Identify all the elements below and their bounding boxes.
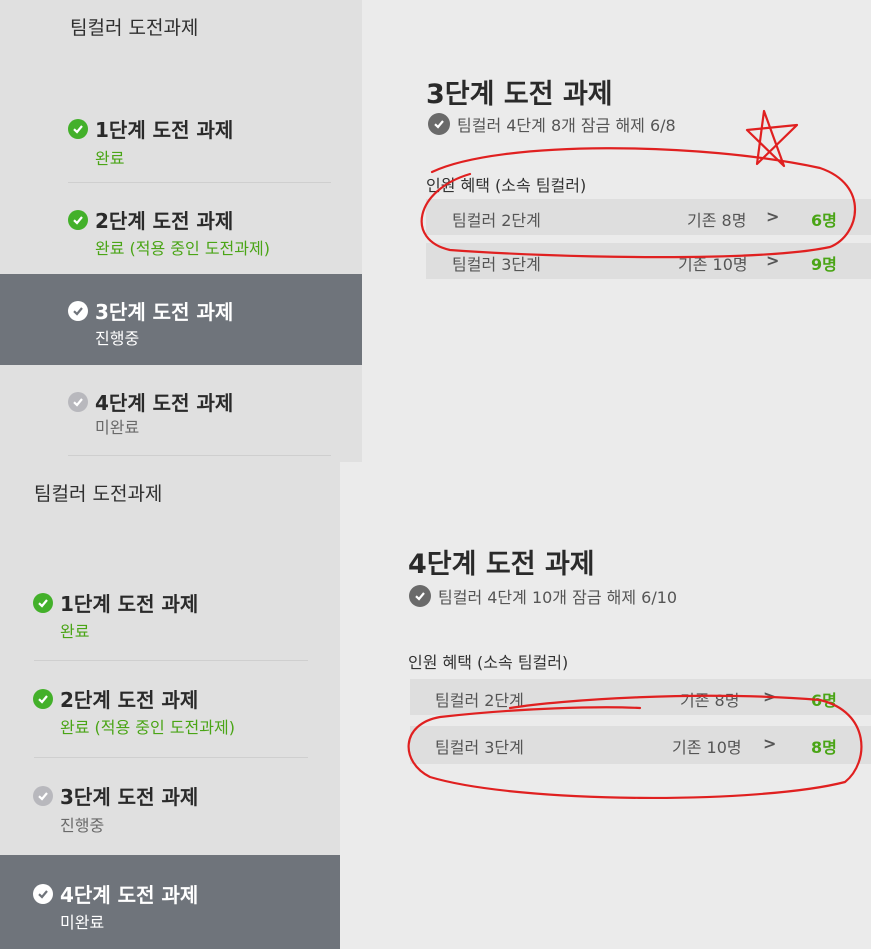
check-circle-icon xyxy=(33,592,53,613)
benefit-name: 팀컬러 2단계 xyxy=(452,211,541,230)
check-circle-icon xyxy=(409,585,431,607)
main-content: 4단계 도전 과제 팀컬러 4단계 10개 잠금 해제 6/10 인원 혜택 (… xyxy=(340,462,871,949)
step-status: 진행중 xyxy=(95,329,140,348)
step-name: 3단계 도전 과제 xyxy=(60,785,199,809)
challenge-panel-2: 팀컬러 도전과제 1단계 도전 과제 완료 2단계 도전 과제 완료 (적용 중… xyxy=(0,462,871,949)
step-3[interactable]: 3단계 도전 과제 진행중 xyxy=(0,274,362,365)
benefit-base: 기존 8명 xyxy=(680,691,740,710)
step-4[interactable]: 4단계 도전 과제 미완료 xyxy=(0,855,340,949)
step-status: 완료 (적용 중인 도전과제) xyxy=(60,718,235,737)
step-3[interactable]: 3단계 도전 과제 진행중 xyxy=(0,759,340,855)
check-circle-icon xyxy=(428,113,450,135)
step-name: 3단계 도전 과제 xyxy=(95,300,234,324)
main-content: 3단계 도전 과제 팀컬러 4단계 8개 잠금 해제 6/8 인원 혜택 (소속… xyxy=(362,0,871,462)
check-circle-icon xyxy=(33,688,53,709)
unlock-text: 팀컬러 4단계 8개 잠금 해제 6/8 xyxy=(457,116,676,135)
check-circle-icon xyxy=(33,785,53,806)
challenge-title: 4단계 도전 과제 xyxy=(408,549,595,580)
arrow-right-icon: > xyxy=(766,207,780,226)
step-name: 4단계 도전 과제 xyxy=(95,391,234,415)
arrow-right-icon: > xyxy=(763,687,777,706)
benefit-row: 팀컬러 2단계 기존 8명 > 6명 xyxy=(426,199,871,235)
benefit-new: 6명 xyxy=(811,691,837,710)
unlock-text: 팀컬러 4단계 10개 잠금 해제 6/10 xyxy=(438,588,678,607)
sidebar-title: 팀컬러 도전과제 xyxy=(70,17,199,39)
step-name: 1단계 도전 과제 xyxy=(60,592,199,616)
benefit-name: 팀컬러 3단계 xyxy=(452,255,541,274)
sidebar: 팀컬러 도전과제 1단계 도전 과제 완료 2단계 도전 과제 완료 (적용 중… xyxy=(0,462,340,949)
divider xyxy=(34,660,308,661)
benefit-name: 팀컬러 3단계 xyxy=(435,738,524,757)
benefit-name: 팀컬러 2단계 xyxy=(435,691,524,710)
unlock-status: 팀컬러 4단계 8개 잠금 해제 6/8 xyxy=(428,112,676,136)
check-circle-icon xyxy=(33,883,53,904)
step-2[interactable]: 2단계 도전 과제 완료 (적용 중인 도전과제) xyxy=(0,662,340,757)
step-status: 완료 (적용 중인 도전과제) xyxy=(95,239,270,258)
benefit-base: 기존 10명 xyxy=(678,255,748,274)
step-status: 미완료 xyxy=(95,418,140,437)
benefit-base: 기존 8명 xyxy=(687,211,747,230)
challenge-panel-1: 팀컬러 도전과제 1단계 도전 과제 완료 2단계 도전 과제 완료 (적용 중… xyxy=(0,0,871,462)
step-status: 완료 xyxy=(60,622,90,641)
step-1[interactable]: 1단계 도전 과제 완료 xyxy=(0,95,362,183)
arrow-right-icon: > xyxy=(766,251,780,270)
benefit-new: 6명 xyxy=(811,211,837,230)
step-4[interactable]: 4단계 도전 과제 미완료 xyxy=(0,365,362,455)
step-status: 완료 xyxy=(95,149,125,168)
check-circle-icon xyxy=(68,118,88,139)
step-2[interactable]: 2단계 도전 과제 완료 (적용 중인 도전과제) xyxy=(0,184,362,274)
divider xyxy=(34,757,308,758)
divider xyxy=(68,455,331,456)
challenge-title: 3단계 도전 과제 xyxy=(426,79,613,110)
divider xyxy=(68,182,331,183)
benefit-base: 기존 10명 xyxy=(672,738,742,757)
benefit-row: 팀컬러 3단계 기존 10명 > 8명 xyxy=(410,726,871,764)
unlock-status: 팀컬러 4단계 10개 잠금 해제 6/10 xyxy=(409,584,677,608)
sidebar: 팀컬러 도전과제 1단계 도전 과제 완료 2단계 도전 과제 완료 (적용 중… xyxy=(0,0,362,462)
check-circle-icon xyxy=(68,391,88,412)
step-name: 2단계 도전 과제 xyxy=(95,209,234,233)
benefit-new: 9명 xyxy=(811,255,837,274)
benefit-new: 8명 xyxy=(811,738,837,757)
step-name: 2단계 도전 과제 xyxy=(60,688,199,712)
step-status: 진행중 xyxy=(60,816,105,835)
benefit-label: 인원 혜택 (소속 팀컬러) xyxy=(408,653,569,672)
step-name: 1단계 도전 과제 xyxy=(95,118,234,142)
check-circle-icon xyxy=(68,300,88,321)
check-circle-icon xyxy=(68,209,88,230)
benefit-row: 팀컬러 3단계 기존 10명 > 9명 xyxy=(426,243,871,279)
sidebar-title: 팀컬러 도전과제 xyxy=(34,483,163,505)
benefit-label: 인원 혜택 (소속 팀컬러) xyxy=(426,176,587,195)
step-name: 4단계 도전 과제 xyxy=(60,883,199,907)
arrow-right-icon: > xyxy=(763,734,777,753)
step-status: 미완료 xyxy=(60,913,105,932)
benefit-row: 팀컬러 2단계 기존 8명 > 6명 xyxy=(410,679,871,715)
step-1[interactable]: 1단계 도전 과제 완료 xyxy=(0,567,340,662)
